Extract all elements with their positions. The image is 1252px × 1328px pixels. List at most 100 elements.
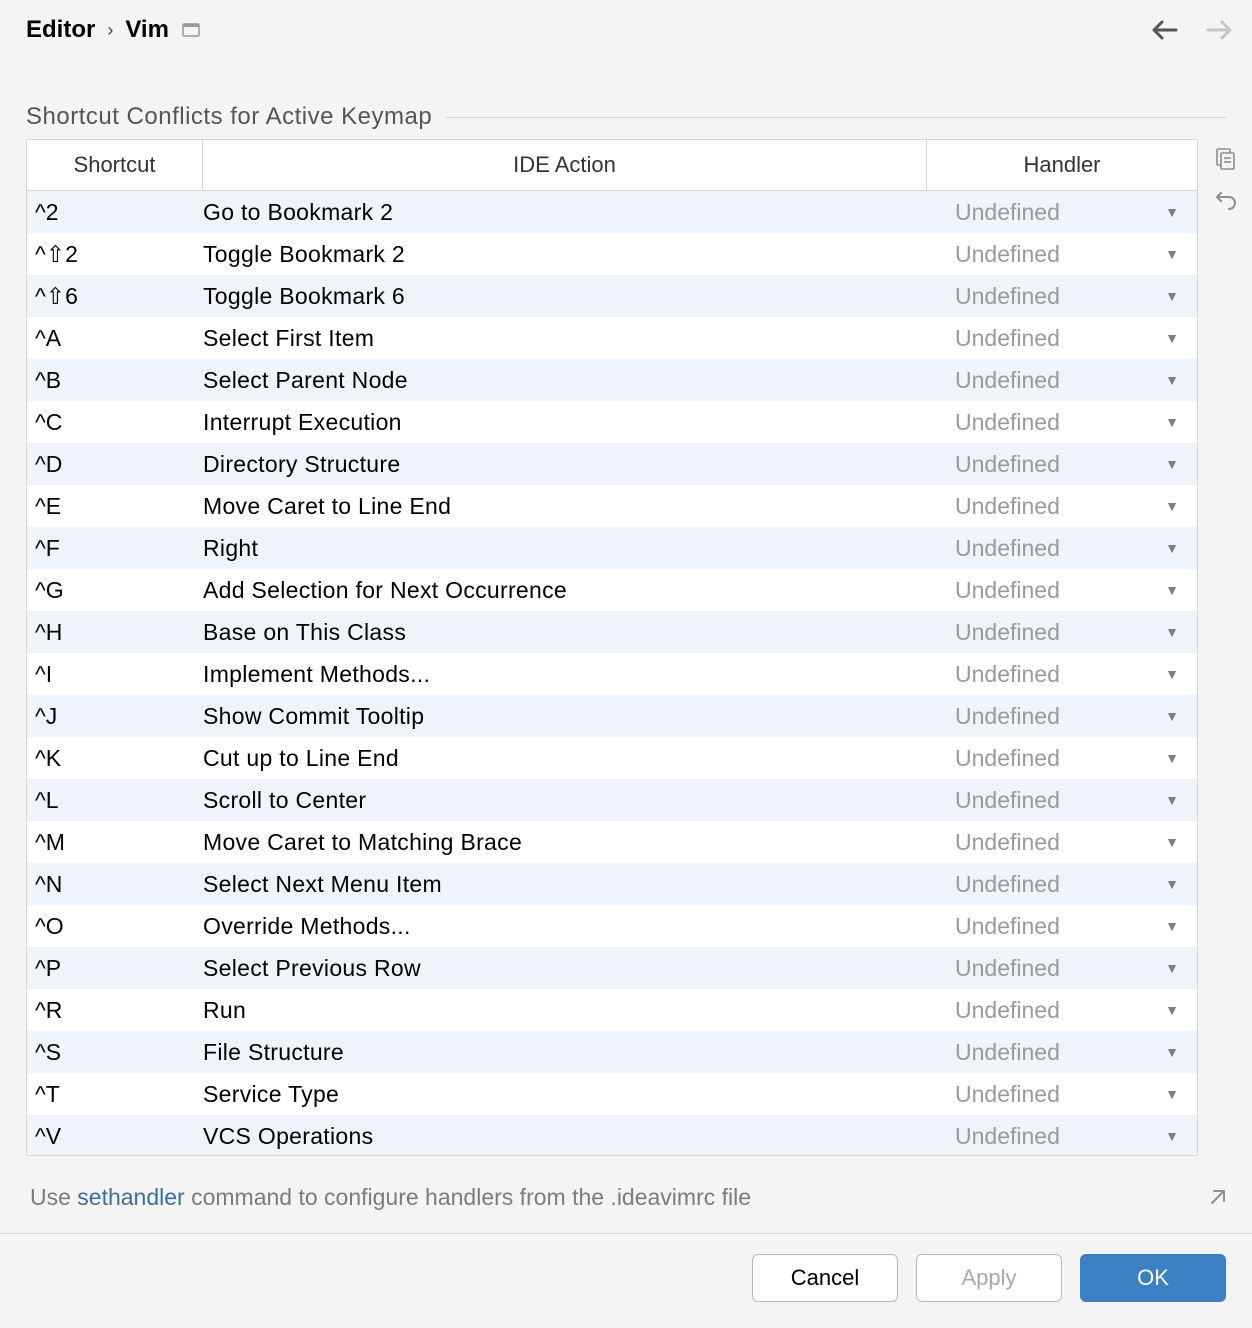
shortcut-cell: ^H [27,619,203,646]
table-row[interactable]: ^OOverride Methods...Undefined▼ [27,905,1197,947]
handler-dropdown[interactable]: Undefined▼ [927,619,1197,646]
handler-value: Undefined [927,451,1165,478]
table-row[interactable]: ^2Go to Bookmark 2Undefined▼ [27,191,1197,233]
action-cell: File Structure [203,1039,927,1066]
handler-value: Undefined [927,1081,1165,1108]
back-button[interactable] [1150,18,1180,42]
table-row[interactable]: ^EMove Caret to Line EndUndefined▼ [27,485,1197,527]
column-header-action[interactable]: IDE Action [203,140,927,190]
chevron-down-icon: ▼ [1165,372,1179,388]
hint-text: Use sethandler command to configure hand… [30,1184,751,1211]
chevron-down-icon: ▼ [1165,1002,1179,1018]
chevron-down-icon: ▼ [1165,414,1179,430]
shortcut-cell: ^V [27,1123,203,1150]
handler-dropdown[interactable]: Undefined▼ [927,1123,1197,1150]
table-row[interactable]: ^DDirectory StructureUndefined▼ [27,443,1197,485]
handler-dropdown[interactable]: Undefined▼ [927,493,1197,520]
shortcut-cell: ^P [27,955,203,982]
handler-dropdown[interactable]: Undefined▼ [927,1081,1197,1108]
handler-value: Undefined [927,241,1165,268]
shortcut-cell: ^D [27,451,203,478]
handler-dropdown[interactable]: Undefined▼ [927,913,1197,940]
table-row[interactable]: ^BSelect Parent NodeUndefined▼ [27,359,1197,401]
table-row[interactable]: ^VVCS OperationsUndefined▼ [27,1115,1197,1155]
action-cell: Select Previous Row [203,955,927,982]
handler-value: Undefined [927,1039,1165,1066]
handler-dropdown[interactable]: Undefined▼ [927,829,1197,856]
cancel-button[interactable]: Cancel [752,1254,898,1302]
handler-dropdown[interactable]: Undefined▼ [927,703,1197,730]
chevron-down-icon: ▼ [1165,918,1179,934]
action-cell: Service Type [203,1081,927,1108]
handler-value: Undefined [927,409,1165,436]
handler-dropdown[interactable]: Undefined▼ [927,745,1197,772]
handler-dropdown[interactable]: Undefined▼ [927,325,1197,352]
shortcut-cell: ^J [27,703,203,730]
table-row[interactable]: ^⇧6Toggle Bookmark 6Undefined▼ [27,275,1197,317]
handler-value: Undefined [927,829,1165,856]
shortcut-cell: ^E [27,493,203,520]
table-row[interactable]: ^FRightUndefined▼ [27,527,1197,569]
handler-dropdown[interactable]: Undefined▼ [927,955,1197,982]
handler-value: Undefined [927,367,1165,394]
action-cell: Scroll to Center [203,787,927,814]
action-cell: Implement Methods... [203,661,927,688]
chevron-down-icon: ▼ [1165,246,1179,262]
copy-icon[interactable] [1213,147,1237,171]
table-row[interactable]: ^CInterrupt ExecutionUndefined▼ [27,401,1197,443]
shortcut-cell: ^K [27,745,203,772]
table-row[interactable]: ^LScroll to CenterUndefined▼ [27,779,1197,821]
table-row[interactable]: ^PSelect Previous RowUndefined▼ [27,947,1197,989]
table-row[interactable]: ^GAdd Selection for Next OccurrenceUndef… [27,569,1197,611]
handler-dropdown[interactable]: Undefined▼ [927,409,1197,436]
column-header-shortcut[interactable]: Shortcut [27,140,203,190]
handler-dropdown[interactable]: Undefined▼ [927,997,1197,1024]
action-cell: Select Parent Node [203,367,927,394]
chevron-down-icon: ▼ [1165,666,1179,682]
table-row[interactable]: ^KCut up to Line EndUndefined▼ [27,737,1197,779]
sethandler-link[interactable]: sethandler [77,1184,184,1210]
table-row[interactable]: ^NSelect Next Menu ItemUndefined▼ [27,863,1197,905]
action-cell: Select Next Menu Item [203,871,927,898]
table-row[interactable]: ^IImplement Methods...Undefined▼ [27,653,1197,695]
handler-value: Undefined [927,325,1165,352]
external-link-icon[interactable] [1208,1189,1226,1207]
handler-dropdown[interactable]: Undefined▼ [927,787,1197,814]
ok-button[interactable]: OK [1080,1254,1226,1302]
action-cell: VCS Operations [203,1123,927,1150]
handler-dropdown[interactable]: Undefined▼ [927,535,1197,562]
chevron-down-icon: ▼ [1165,792,1179,808]
table-row[interactable]: ^⇧2Toggle Bookmark 2Undefined▼ [27,233,1197,275]
handler-value: Undefined [927,283,1165,310]
handler-dropdown[interactable]: Undefined▼ [927,661,1197,688]
action-cell: Move Caret to Line End [203,493,927,520]
table-row[interactable]: ^RRunUndefined▼ [27,989,1197,1031]
handler-dropdown[interactable]: Undefined▼ [927,283,1197,310]
handler-dropdown[interactable]: Undefined▼ [927,241,1197,268]
breadcrumb-root[interactable]: Editor [26,16,95,44]
action-cell: Toggle Bookmark 2 [203,241,927,268]
handler-dropdown[interactable]: Undefined▼ [927,199,1197,226]
handler-dropdown[interactable]: Undefined▼ [927,871,1197,898]
table-row[interactable]: ^MMove Caret to Matching BraceUndefined▼ [27,821,1197,863]
table-row[interactable]: ^JShow Commit TooltipUndefined▼ [27,695,1197,737]
action-cell: Move Caret to Matching Brace [203,829,927,856]
handler-dropdown[interactable]: Undefined▼ [927,451,1197,478]
handler-value: Undefined [927,787,1165,814]
handler-dropdown[interactable]: Undefined▼ [927,367,1197,394]
column-header-handler[interactable]: Handler [927,140,1197,190]
table-row[interactable]: ^HBase on This ClassUndefined▼ [27,611,1197,653]
shortcut-cell: ^C [27,409,203,436]
window-icon[interactable] [181,20,201,40]
table-row[interactable]: ^TService TypeUndefined▼ [27,1073,1197,1115]
chevron-down-icon: ▼ [1165,456,1179,472]
shortcut-cell: ^F [27,535,203,562]
table-row[interactable]: ^ASelect First ItemUndefined▼ [27,317,1197,359]
table-row[interactable]: ^SFile StructureUndefined▼ [27,1031,1197,1073]
shortcut-cell: ^I [27,661,203,688]
undo-icon[interactable] [1213,187,1237,211]
shortcut-cell: ^⇧2 [27,241,203,268]
handler-dropdown[interactable]: Undefined▼ [927,577,1197,604]
handler-dropdown[interactable]: Undefined▼ [927,1039,1197,1066]
action-cell: Toggle Bookmark 6 [203,283,927,310]
